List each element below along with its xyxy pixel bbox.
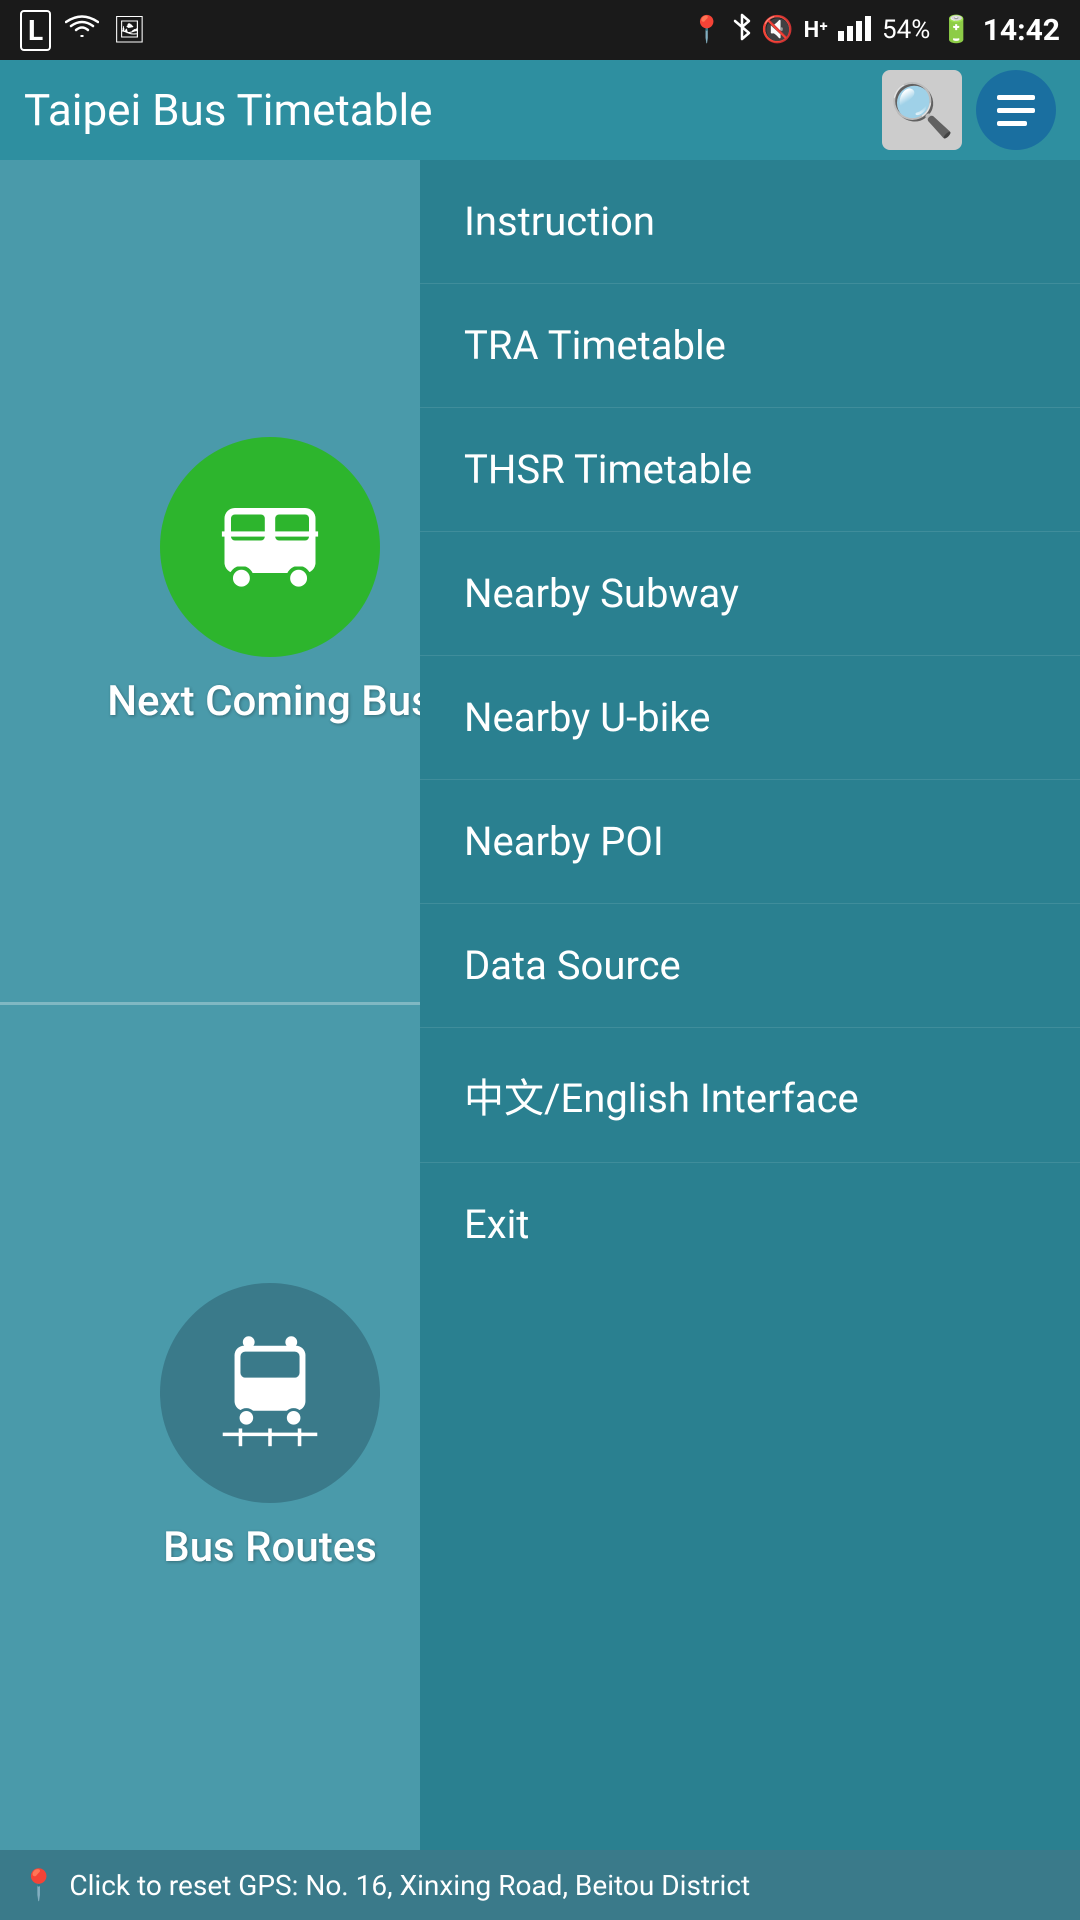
menu-button[interactable] xyxy=(976,70,1056,150)
bus-routes-label: Bus Routes xyxy=(163,1523,377,1572)
time-display: 14:42 xyxy=(983,13,1060,48)
location-icon: 📍 xyxy=(691,15,723,45)
hamburger-icon xyxy=(997,95,1035,126)
main-content: Next Coming Bus xyxy=(0,160,1080,1850)
dropdown-menu: Instruction TRA Timetable THSR Timetable… xyxy=(420,160,1080,1850)
battery-text: 54% xyxy=(882,15,930,45)
menu-item-nearby-subway[interactable]: Nearby Subway xyxy=(420,532,1080,656)
app-bar-icons: 🔍 xyxy=(882,70,1056,150)
menu-item-exit[interactable]: Exit xyxy=(420,1163,1080,1286)
gps-icon: 📍 xyxy=(20,1868,57,1903)
train-icon xyxy=(205,1328,335,1458)
hplus-icon: H⁺ xyxy=(804,18,828,43)
menu-item-data-source[interactable]: Data Source xyxy=(420,904,1080,1028)
status-bar: L 🖼 📍 🔇 H⁺ 54% xyxy=(0,0,1080,60)
search-map-button[interactable]: 🔍 xyxy=(882,70,962,150)
menu-item-thsr-timetable[interactable]: THSR Timetable xyxy=(420,408,1080,532)
search-map-icon: 🔍 xyxy=(890,80,955,141)
menu-item-instruction[interactable]: Instruction xyxy=(420,160,1080,284)
bus-circle-teal xyxy=(160,1283,380,1503)
menu-line-1 xyxy=(997,95,1035,100)
bus-icon-green xyxy=(205,482,335,612)
app-title: Taipei Bus Timetable xyxy=(24,84,432,136)
status-footer[interactable]: 📍 Click to reset GPS: No. 16, Xinxing Ro… xyxy=(0,1850,1080,1920)
battery-icon: 🔋 xyxy=(940,15,972,45)
next-coming-bus-label: Next Coming Bus xyxy=(107,677,433,726)
menu-line-2 xyxy=(997,108,1035,113)
menu-line-3 xyxy=(997,121,1027,126)
bluetooth-icon xyxy=(733,13,751,48)
wifi-icon xyxy=(65,13,99,48)
menu-item-language[interactable]: 中文/English Interface xyxy=(420,1028,1080,1163)
signal-icon xyxy=(838,13,872,48)
status-bar-left-icons: L 🖼 xyxy=(20,10,146,51)
line-icon: L xyxy=(20,10,51,51)
footer-gps-text: Click to reset GPS: No. 16, Xinxing Road… xyxy=(69,1869,750,1902)
mute-icon: 🔇 xyxy=(761,15,793,45)
bus-circle-green xyxy=(160,437,380,657)
menu-item-tra-timetable[interactable]: TRA Timetable xyxy=(420,284,1080,408)
menu-item-nearby-poi[interactable]: Nearby POI xyxy=(420,780,1080,904)
menu-item-nearby-ubike[interactable]: Nearby U-bike xyxy=(420,656,1080,780)
image-icon: 🖼 xyxy=(113,15,146,45)
app-bar: Taipei Bus Timetable 🔍 xyxy=(0,60,1080,160)
status-bar-right-icons: 📍 🔇 H⁺ 54% 🔋 14:42 xyxy=(691,13,1060,48)
